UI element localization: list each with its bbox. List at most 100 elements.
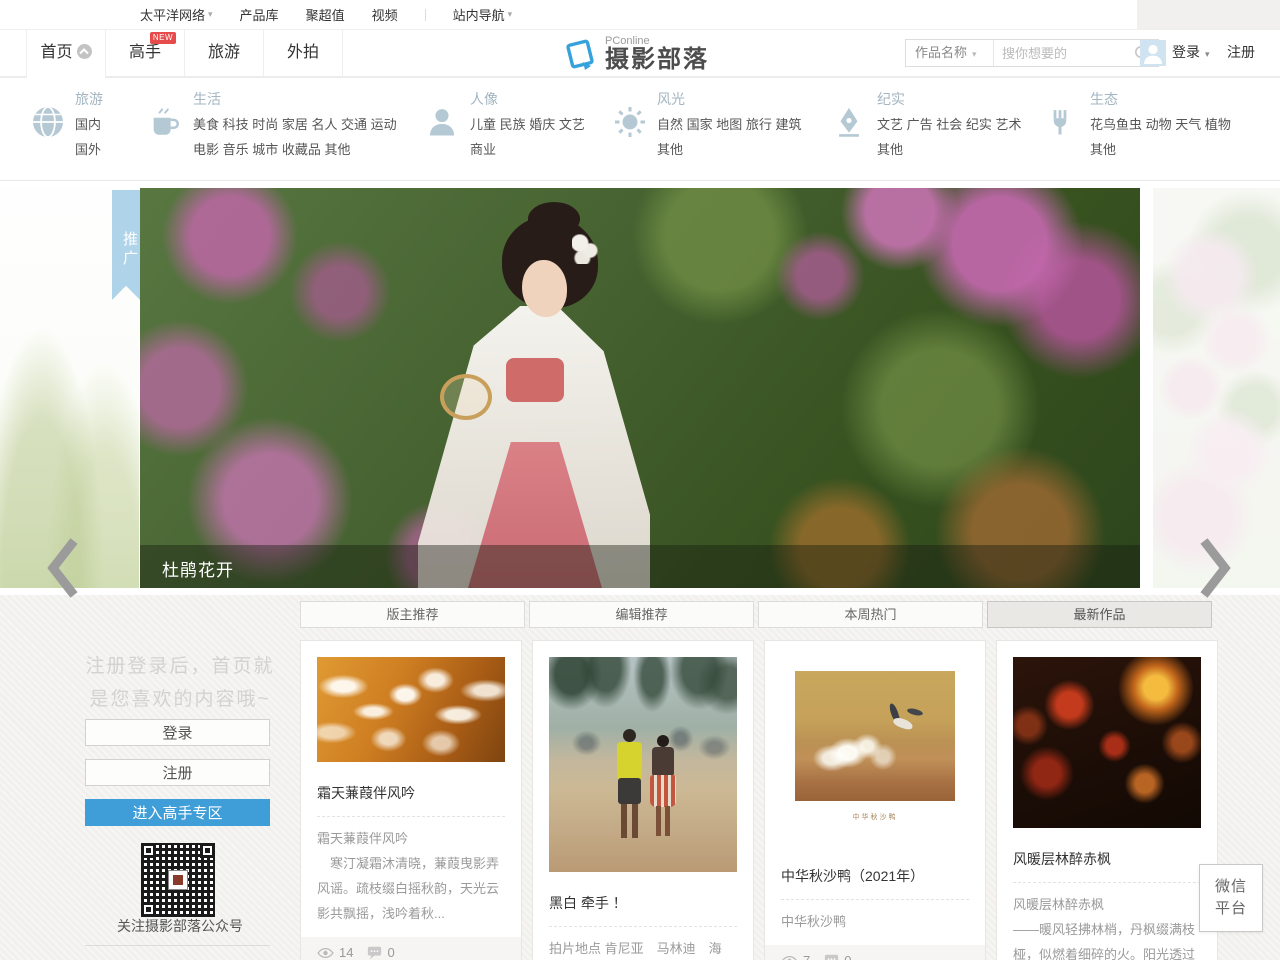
work-card: 中华秋沙鸭 中华秋沙鸭（2021年） 中华秋沙鸭 7 0 作者： (764, 640, 986, 960)
topbar-corner (1137, 0, 1280, 29)
topbar-links: 太平洋网络 产品库 聚超值 视频 站内导航 (140, 0, 539, 29)
header: 首页 NEW 高手 旅游 外拍 (0, 29, 1280, 78)
hero-carousel: 杜鹃花开 推广 (0, 188, 1280, 588)
card-title[interactable]: 中华秋沙鸭（2021年） (781, 866, 969, 886)
circle-up-icon (77, 44, 92, 59)
work-card: 黑白 牵手 ！ 拍片地点 肯尼亚 马林迪 海边... (532, 640, 754, 960)
hanfu-figure-illustration (410, 206, 650, 588)
globe-icon (30, 104, 66, 145)
sidebar-expert-zone-button[interactable]: 进入高手专区 (85, 799, 270, 826)
topbar-link-products[interactable]: 产品库 (240, 5, 279, 24)
carousel-next-button[interactable] (1196, 535, 1234, 606)
topbar-link-sitenav[interactable]: 站内导航 (453, 5, 513, 24)
category-links[interactable]: 其他 (657, 141, 801, 159)
category-links[interactable]: 自然 国家 地图 旅行 建筑 (657, 116, 801, 134)
category-links[interactable]: 国外 (75, 141, 103, 159)
person-icon (425, 104, 459, 145)
category-travel: 旅游 国内 国外 (30, 78, 103, 180)
topbar-link-video[interactable]: 视频 (372, 5, 398, 24)
category-links[interactable]: 商业 (470, 141, 585, 159)
carousel-prev-button[interactable] (44, 535, 82, 606)
register-link[interactable]: 注册 (1227, 29, 1255, 76)
category-bar: 旅游 国内 国外 生活 美食 科技 时尚 家居 名人 交通 运动 电影 音乐 城… (0, 78, 1280, 181)
search-category-select[interactable]: 作品名称 (906, 40, 994, 66)
category-title-life[interactable]: 生活 (193, 78, 397, 109)
tab-weekly-hot[interactable]: 本周热门 (758, 601, 983, 628)
nav-tab-outdoor[interactable]: 外拍 (264, 29, 343, 76)
tab-editor-picks[interactable]: 编辑推荐 (529, 601, 754, 628)
nav-tab-home[interactable]: 首页 (26, 29, 106, 78)
card-image-maple[interactable] (1013, 657, 1201, 828)
carousel-caption: 杜鹃花开 (162, 556, 1140, 581)
card-title[interactable]: 风暖层林醉赤枫 (1013, 849, 1201, 869)
category-links[interactable]: 国内 (75, 116, 103, 134)
tab-moderator-picks[interactable]: 版主推荐 (300, 601, 525, 628)
category-links[interactable]: 美食 科技 时尚 家居 名人 交通 运动 (193, 116, 397, 134)
new-badge: NEW (150, 32, 176, 44)
card-description: 拍片地点 肯尼亚 马林迪 海边... (549, 936, 737, 960)
chevron-right-icon (1196, 535, 1234, 601)
cup-icon (148, 104, 182, 145)
divider (781, 899, 969, 900)
category-links[interactable]: 其他 (1090, 141, 1231, 159)
plant-fork-icon (1045, 104, 1075, 145)
carousel-next-slide[interactable] (1153, 188, 1280, 588)
card-description: 风暖层林醉赤枫 ——暖风轻拂林梢，丹枫缀满枝桠，似燃着细碎的火。阳光透过叶隙筛下… (1013, 892, 1201, 960)
category-title-documentary[interactable]: 纪实 (877, 78, 1021, 109)
card-image-reeds[interactable] (317, 657, 505, 762)
nav-tab-travel[interactable]: 旅游 (185, 29, 264, 76)
avatar[interactable] (1140, 40, 1166, 66)
category-scenery: 风光 自然 国家 地图 旅行 建筑 其他 (612, 78, 801, 180)
card-title[interactable]: 黑白 牵手 ！ (549, 893, 737, 913)
nav-tab-expert[interactable]: NEW 高手 (106, 29, 185, 76)
carousel-caption-bar: 杜鹃花开 (140, 545, 1140, 588)
sun-icon (612, 104, 648, 145)
pen-nib-icon (832, 104, 866, 145)
category-links[interactable]: 电影 音乐 城市 收藏品 其他 (193, 141, 397, 159)
qr-caption: 关注摄影部落公众号 (60, 916, 300, 936)
page: 太平洋网络 产品库 聚超值 视频 站内导航 首页 NEW 高手 旅游 外拍 (0, 0, 1280, 960)
card-stats: 14 0 (301, 937, 521, 960)
tab-latest-works[interactable]: 最新作品 (987, 601, 1212, 628)
category-documentary: 纪实 文艺 广告 社会 纪实 艺术 其他 (832, 78, 1021, 180)
category-title-travel[interactable]: 旅游 (75, 78, 103, 109)
category-links[interactable]: 花鸟鱼虫 动物 天气 植物 (1090, 116, 1231, 134)
nav-tab-travel-label: 旅游 (208, 44, 240, 61)
search-bar: 作品名称 (905, 39, 1159, 67)
nav-tab-outdoor-label: 外拍 (287, 44, 319, 61)
nav-tab-expert-label: 高手 (129, 44, 161, 61)
search-input[interactable] (994, 40, 1126, 66)
category-title-ecology[interactable]: 生态 (1090, 78, 1231, 109)
topbar-link-pconline[interactable]: 太平洋网络 (140, 5, 213, 24)
comments-count: 0 (387, 945, 394, 960)
card-description: 中华秋沙鸭 (781, 909, 969, 934)
promo-ribbon: 推广 (112, 190, 140, 300)
login-link[interactable]: 登录 (1172, 29, 1210, 78)
logo-text: PConline 摄影部落 (605, 36, 709, 73)
camera-logo-icon (563, 36, 597, 77)
topbar: 太平洋网络 产品库 聚超值 视频 站内导航 (0, 0, 1280, 30)
category-title-scenery[interactable]: 风光 (657, 78, 801, 109)
category-title-portrait[interactable]: 人像 (470, 78, 585, 109)
site-logo[interactable]: PConline 摄影部落 (563, 36, 709, 77)
sidebar-divider (85, 945, 270, 946)
topbar-link-deals[interactable]: 聚超值 (306, 5, 345, 24)
views-count: 14 (339, 945, 353, 960)
chevron-left-icon (44, 535, 82, 601)
card-description: 霜天蒹葭伴风吟 寒汀凝霜沐清晓，蒹葭曳影弄风谣。疏枝缀白摇秋韵，天光云影共飘摇，… (317, 826, 505, 926)
category-links[interactable]: 其他 (877, 141, 1021, 159)
card-stats: 7 0 (765, 945, 985, 960)
card-image-beach[interactable] (549, 657, 737, 872)
card-title[interactable]: 霜天蒹葭伴风吟 (317, 783, 505, 803)
category-links[interactable]: 儿童 民族 婚庆 文艺 (470, 116, 585, 134)
logo-title: 摄影部落 (605, 47, 709, 73)
work-card: 霜天蒹葭伴风吟 霜天蒹葭伴风吟 寒汀凝霜沐清晓，蒹葭曳影弄风谣。疏枝缀白摇秋韵，… (300, 640, 522, 960)
category-links[interactable]: 文艺 广告 社会 纪实 艺术 (877, 116, 1021, 134)
category-ecology: 生态 花鸟鱼虫 动物 天气 植物 其他 (1045, 78, 1231, 180)
sidebar-register-button[interactable]: 注册 (85, 759, 270, 786)
carousel-current-slide[interactable]: 杜鹃花开 (140, 188, 1140, 588)
wechat-platform-button[interactable]: 微信 平台 (1199, 864, 1263, 932)
sidebar-login-button[interactable]: 登录 (85, 719, 270, 746)
comments-icon (824, 954, 839, 960)
card-image-duck[interactable]: 中华秋沙鸭 (781, 657, 969, 845)
